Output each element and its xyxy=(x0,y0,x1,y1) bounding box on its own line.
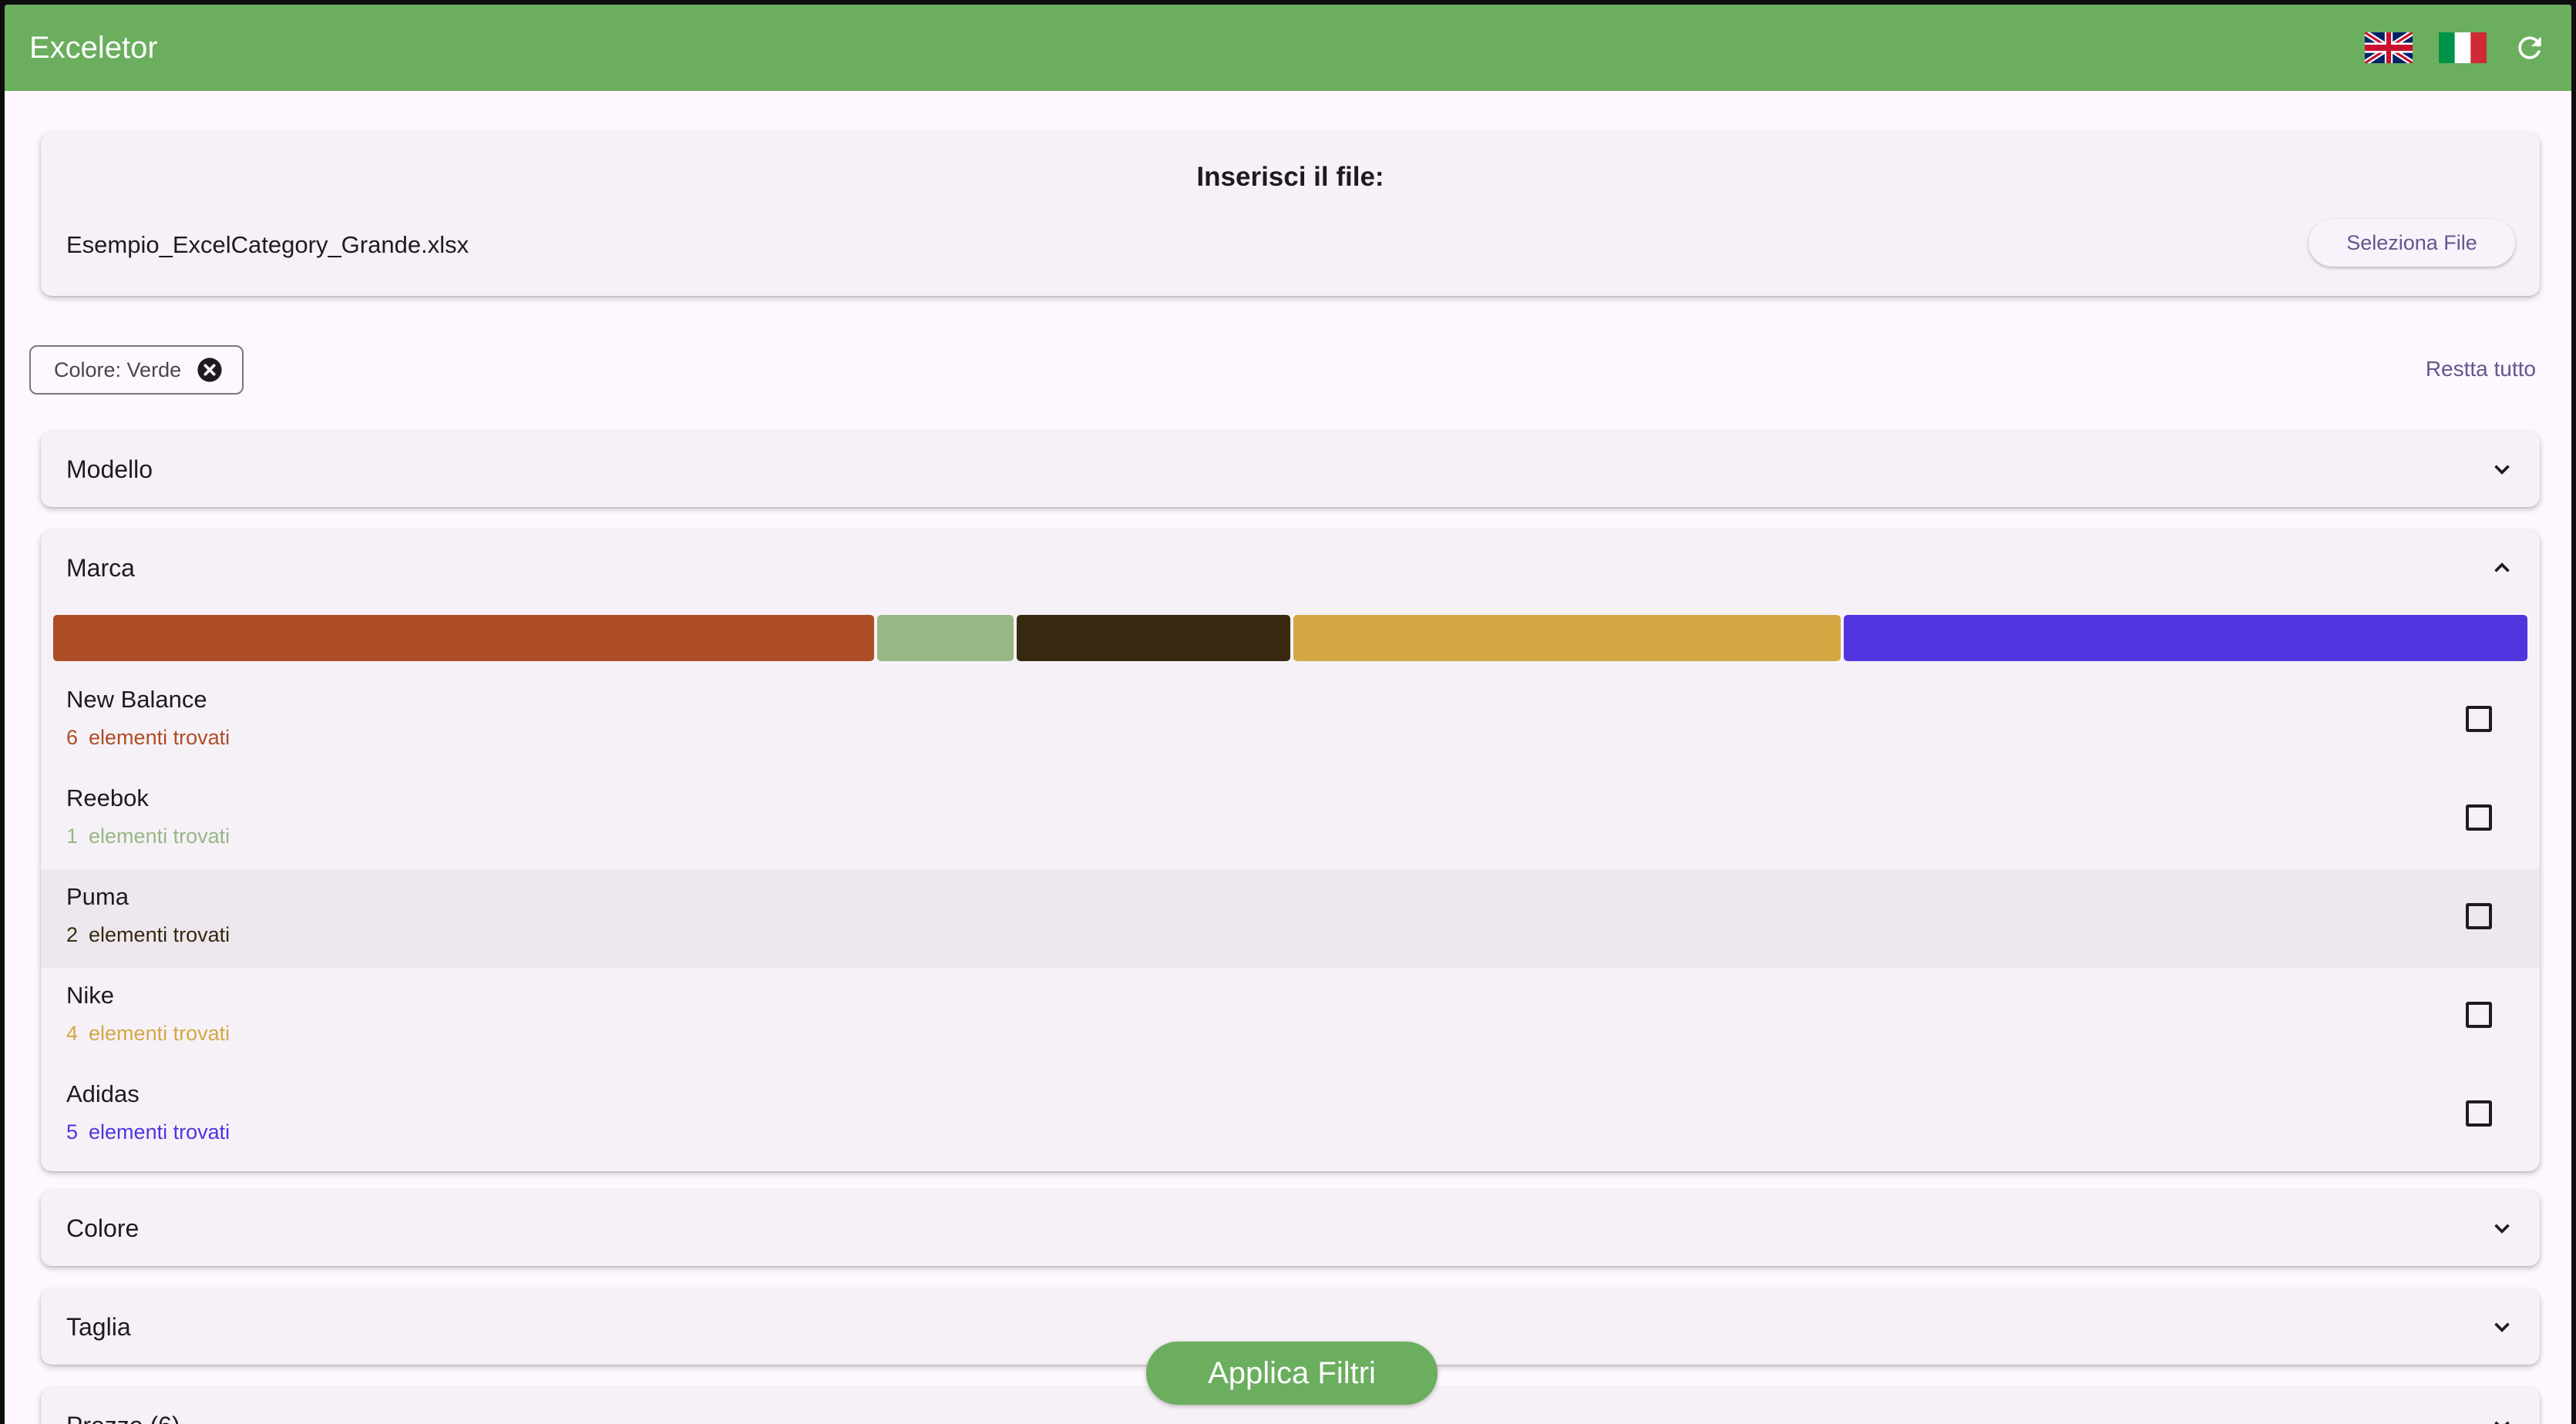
checkbox[interactable] xyxy=(2466,1002,2492,1028)
apply-filters-button[interactable]: Applica Filtri xyxy=(1146,1342,1438,1405)
main-content: Inserisci il file: Esempio_ExcelCategory… xyxy=(5,91,2571,1424)
list-item-new-balance[interactable]: New Balance 6 elementi trovati xyxy=(41,672,2540,771)
checkbox[interactable] xyxy=(2466,1100,2492,1127)
item-count-number: 4 xyxy=(66,1022,79,1045)
item-name: Nike xyxy=(66,982,115,1009)
section-prezzo-label: Prezzo (6) xyxy=(66,1412,2489,1424)
section-modello: Modello xyxy=(41,432,2540,507)
section-colore-label: Colore xyxy=(66,1214,140,1242)
active-filter-chip[interactable]: Colore: Verde xyxy=(29,345,244,395)
distribution-bar xyxy=(53,615,2527,661)
bar-segment-new-balance xyxy=(53,615,874,661)
section-colore-header[interactable]: Colore xyxy=(41,1191,2540,1266)
chevron-down-icon xyxy=(2494,1224,2510,1234)
italy-flag-icon[interactable] xyxy=(2439,32,2487,63)
section-colore: Colore xyxy=(41,1191,2540,1266)
item-name: Reebok xyxy=(66,784,149,811)
item-count: 2 elementi trovati xyxy=(66,923,230,947)
item-name: New Balance xyxy=(66,686,207,713)
file-upload-heading: Inserisci il file: xyxy=(1196,162,1384,192)
checkbox[interactable] xyxy=(2466,903,2492,929)
bar-segment-nike xyxy=(1293,615,1841,661)
close-circle-icon[interactable] xyxy=(197,357,223,383)
chevron-up-icon xyxy=(2494,563,2510,573)
chevron-down-icon xyxy=(2494,1322,2510,1332)
item-count-suffix: elementi trovati xyxy=(89,726,230,749)
list-item-puma[interactable]: Puma 2 elementi trovati xyxy=(41,869,2540,968)
uk-flag-icon[interactable] xyxy=(2365,32,2413,63)
item-name: Puma xyxy=(66,883,129,910)
app-window: Exceletor Inserisci il file: Esempio_Exc… xyxy=(5,5,2571,1424)
list-item-reebok[interactable]: Reebok 1 elementi trovati xyxy=(41,771,2540,869)
app-bar: Exceletor xyxy=(5,5,2571,91)
bar-segment-reebok xyxy=(876,615,1014,661)
item-count-number: 6 xyxy=(66,726,79,749)
item-count-suffix: elementi trovati xyxy=(89,1120,230,1144)
item-name: Adidas xyxy=(66,1080,140,1107)
item-count-suffix: elementi trovati xyxy=(89,825,230,848)
select-file-button[interactable]: Seleziona File xyxy=(2309,219,2515,267)
filter-chip-label: Colore: Verde xyxy=(54,358,182,381)
list-item-adidas[interactable]: Adidas 5 elementi trovati xyxy=(41,1066,2540,1165)
section-modello-label: Modello xyxy=(66,455,153,483)
item-count-suffix: elementi trovati xyxy=(89,1022,230,1045)
app-title: Exceletor xyxy=(29,30,158,65)
item-count: 5 elementi trovati xyxy=(66,1120,230,1144)
selected-file-name: Esempio_ExcelCategory_Grande.xlsx xyxy=(66,231,469,258)
chevron-down-icon xyxy=(2494,465,2510,475)
item-count-number: 2 xyxy=(66,923,79,946)
chevron-down-icon xyxy=(2494,1421,2510,1424)
item-count: 6 elementi trovati xyxy=(66,726,230,750)
bar-segment-adidas xyxy=(1843,615,2527,661)
section-marca: Marca New Balance 6 elementi trovati Ree… xyxy=(41,530,2540,1171)
file-upload-card: Inserisci il file: Esempio_ExcelCategory… xyxy=(41,133,2540,296)
section-marca-label: Marca xyxy=(66,553,135,582)
item-count-suffix: elementi trovati xyxy=(89,923,230,946)
section-taglia-label: Taglia xyxy=(66,1312,131,1341)
section-modello-header[interactable]: Modello xyxy=(41,432,2540,507)
app-bar-actions xyxy=(2365,31,2547,65)
section-marca-header[interactable]: Marca xyxy=(41,530,2540,606)
checkbox[interactable] xyxy=(2466,706,2492,732)
item-count: 4 elementi trovati xyxy=(66,1022,230,1046)
item-count-number: 1 xyxy=(66,825,79,848)
list-item-nike[interactable]: Nike 4 elementi trovati xyxy=(41,968,2540,1066)
checkbox[interactable] xyxy=(2466,804,2492,831)
reset-all-button[interactable]: Restta tutto xyxy=(2426,357,2536,381)
refresh-icon[interactable] xyxy=(2513,31,2547,65)
item-count-number: 5 xyxy=(66,1120,79,1144)
bar-segment-puma xyxy=(1017,615,1290,661)
item-count: 1 elementi trovati xyxy=(66,825,230,848)
